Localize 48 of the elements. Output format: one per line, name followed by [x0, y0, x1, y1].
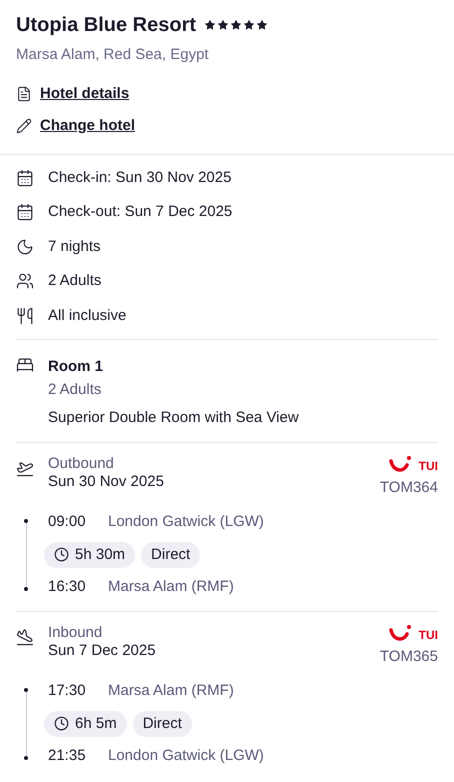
- arrival-airport: London Gatwick (LGW): [108, 746, 264, 766]
- star-icon: [204, 19, 216, 31]
- arrival-time: 21:35: [48, 746, 87, 766]
- arrival-airport: Marsa Alam (RMF): [108, 577, 234, 597]
- document-icon: [16, 86, 32, 102]
- booking-detail: Check-out: Sun 7 Dec 2025: [48, 202, 232, 222]
- departure-airport: Marsa Alam (RMF): [108, 681, 234, 701]
- plane-icon: [16, 628, 34, 646]
- calendar-icon: [16, 203, 34, 222]
- departure-time: 09:00: [48, 512, 87, 532]
- duration-chip: 5h 30m: [44, 542, 136, 568]
- airline-logo: TUI: [388, 454, 438, 476]
- people-icon: [16, 272, 34, 290]
- hotel-name: Utopia Blue Resort: [16, 13, 196, 38]
- arrival-time: 16:30: [48, 577, 87, 597]
- booking-detail: All inclusive: [48, 306, 126, 326]
- booking-detail: 2 Adults: [48, 271, 102, 291]
- booking-detail: 7 nights: [48, 236, 101, 256]
- room-title: Room 1: [48, 357, 104, 377]
- flight-date: Sun 7 Dec 2025: [48, 642, 157, 660]
- booking-detail: Check-in: Sun 30 Nov 2025: [48, 168, 232, 188]
- departure-airport: London Gatwick (LGW): [108, 512, 264, 532]
- duration-chip: 6h 5m: [44, 710, 127, 737]
- star-icon: [230, 19, 242, 31]
- flight-number: TOM365: [380, 646, 438, 666]
- flight-direction: Outbound: [48, 454, 115, 472]
- departure-time: 17:30: [48, 681, 87, 701]
- flight-direction: Inbound: [48, 624, 104, 642]
- airline-logo: TUI: [388, 624, 438, 646]
- star-icon: [243, 19, 256, 31]
- link[interactable]: Hotel details: [40, 82, 130, 105]
- pencil-icon: [16, 118, 32, 134]
- stops-chip: Direct: [141, 542, 200, 568]
- flight-date: Sun 30 Nov 2025: [48, 472, 165, 490]
- calendar-icon: [16, 168, 34, 187]
- flight-number: TOM364: [380, 478, 438, 498]
- hotel-location: Marsa Alam, Red Sea, Egypt: [16, 45, 210, 65]
- clock-icon: [54, 716, 69, 732]
- moon-icon: [16, 238, 34, 256]
- stops-chip: Direct: [132, 710, 192, 737]
- room-type: Superior Double Room with Sea View: [48, 408, 299, 428]
- star-icon: [256, 19, 268, 31]
- cutlery-icon: [16, 306, 34, 325]
- bed-icon: [16, 356, 34, 374]
- star-icon: [217, 19, 230, 31]
- room-guests: 2 Adults: [48, 380, 102, 400]
- link[interactable]: Change hotel: [40, 115, 136, 138]
- clock-icon: [54, 547, 69, 562]
